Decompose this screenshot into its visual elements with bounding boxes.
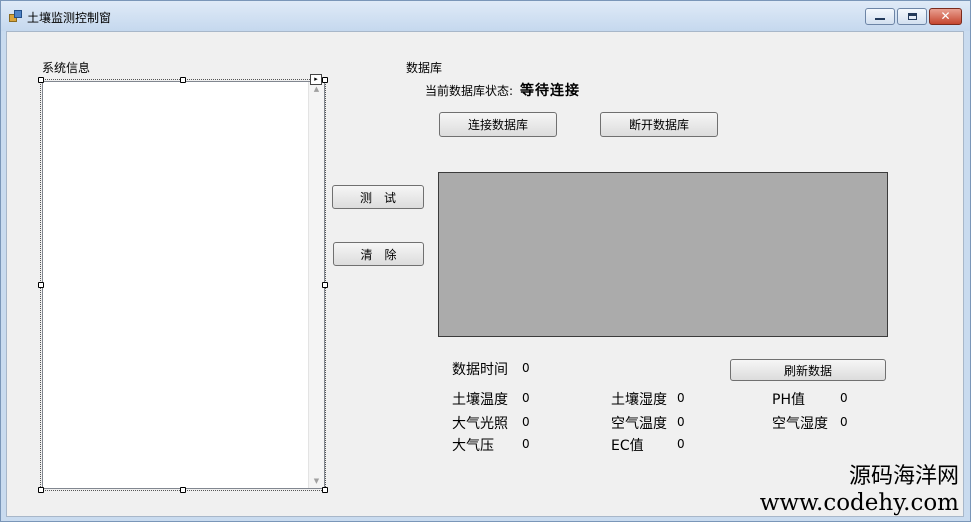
- data-time-label: 数据时间: [452, 362, 508, 378]
- data-display-panel: [438, 172, 888, 337]
- test-button[interactable]: 测 试: [332, 185, 424, 209]
- resize-handle[interactable]: [38, 77, 44, 83]
- watermark-line2: www.codehy.com: [759, 490, 959, 516]
- soil-humidity-value: 0: [677, 391, 685, 405]
- database-label: 数据库: [406, 61, 443, 75]
- db-status-label: 当前数据库状态:: [425, 84, 514, 98]
- ph-value: 0: [840, 391, 848, 405]
- resize-handle[interactable]: [322, 77, 328, 83]
- air-temp-value: 0: [677, 415, 685, 429]
- app-icon: [9, 10, 22, 22]
- close-button[interactable]: ✕: [929, 8, 962, 25]
- minimize-button[interactable]: [865, 8, 895, 25]
- clear-button[interactable]: 清 除: [333, 242, 424, 266]
- main-window: 土壤监测控制窗 ✕ 系统信息 ▲ ▼ ▸ 测 试 清 除 数据库 当前数据库状态…: [0, 0, 971, 522]
- resize-handle[interactable]: [322, 487, 328, 493]
- light-label: 大气光照: [452, 416, 508, 432]
- smart-tag-icon[interactable]: ▸: [310, 74, 322, 85]
- client-area: 系统信息 ▲ ▼ ▸ 测 试 清 除 数据库 当前数据库状态: 等待连接 连接数…: [6, 31, 964, 517]
- soil-temp-label: 土壤温度: [452, 392, 508, 408]
- watermark-line1: 源码海洋网: [848, 464, 959, 489]
- designer-selection-frame: [40, 79, 326, 491]
- maximize-button[interactable]: [897, 8, 927, 25]
- data-time-value: 0: [522, 361, 530, 375]
- watermark: 源码海洋网 www.codehy.com: [760, 464, 959, 516]
- maximize-icon: [908, 13, 917, 20]
- pressure-label: 大气压: [452, 438, 494, 454]
- system-info-label: 系统信息: [42, 61, 91, 75]
- minimize-icon: [875, 18, 885, 20]
- ec-label: EC值: [611, 438, 644, 454]
- resize-handle[interactable]: [38, 487, 44, 493]
- resize-handle[interactable]: [322, 282, 328, 288]
- ec-value: 0: [677, 437, 685, 451]
- soil-humidity-label: 土壤湿度: [611, 392, 667, 408]
- air-humidity-value: 0: [840, 415, 848, 429]
- light-value: 0: [522, 415, 530, 429]
- ph-label: PH值: [772, 392, 805, 408]
- soil-temp-value: 0: [522, 391, 530, 405]
- refresh-data-button[interactable]: 刷新数据: [730, 359, 886, 381]
- air-humidity-label: 空气湿度: [772, 416, 828, 432]
- resize-handle[interactable]: [38, 282, 44, 288]
- connect-db-button[interactable]: 连接数据库: [439, 112, 557, 137]
- title-bar[interactable]: 土壤监测控制窗 ✕: [1, 1, 970, 31]
- disconnect-db-button[interactable]: 断开数据库: [600, 112, 718, 137]
- window-title: 土壤监测控制窗: [27, 11, 112, 25]
- db-status-value: 等待连接: [520, 83, 580, 99]
- close-icon: ✕: [940, 9, 951, 23]
- pressure-value: 0: [522, 437, 530, 451]
- air-temp-label: 空气温度: [611, 416, 667, 432]
- resize-handle[interactable]: [180, 487, 186, 493]
- resize-handle[interactable]: [180, 77, 186, 83]
